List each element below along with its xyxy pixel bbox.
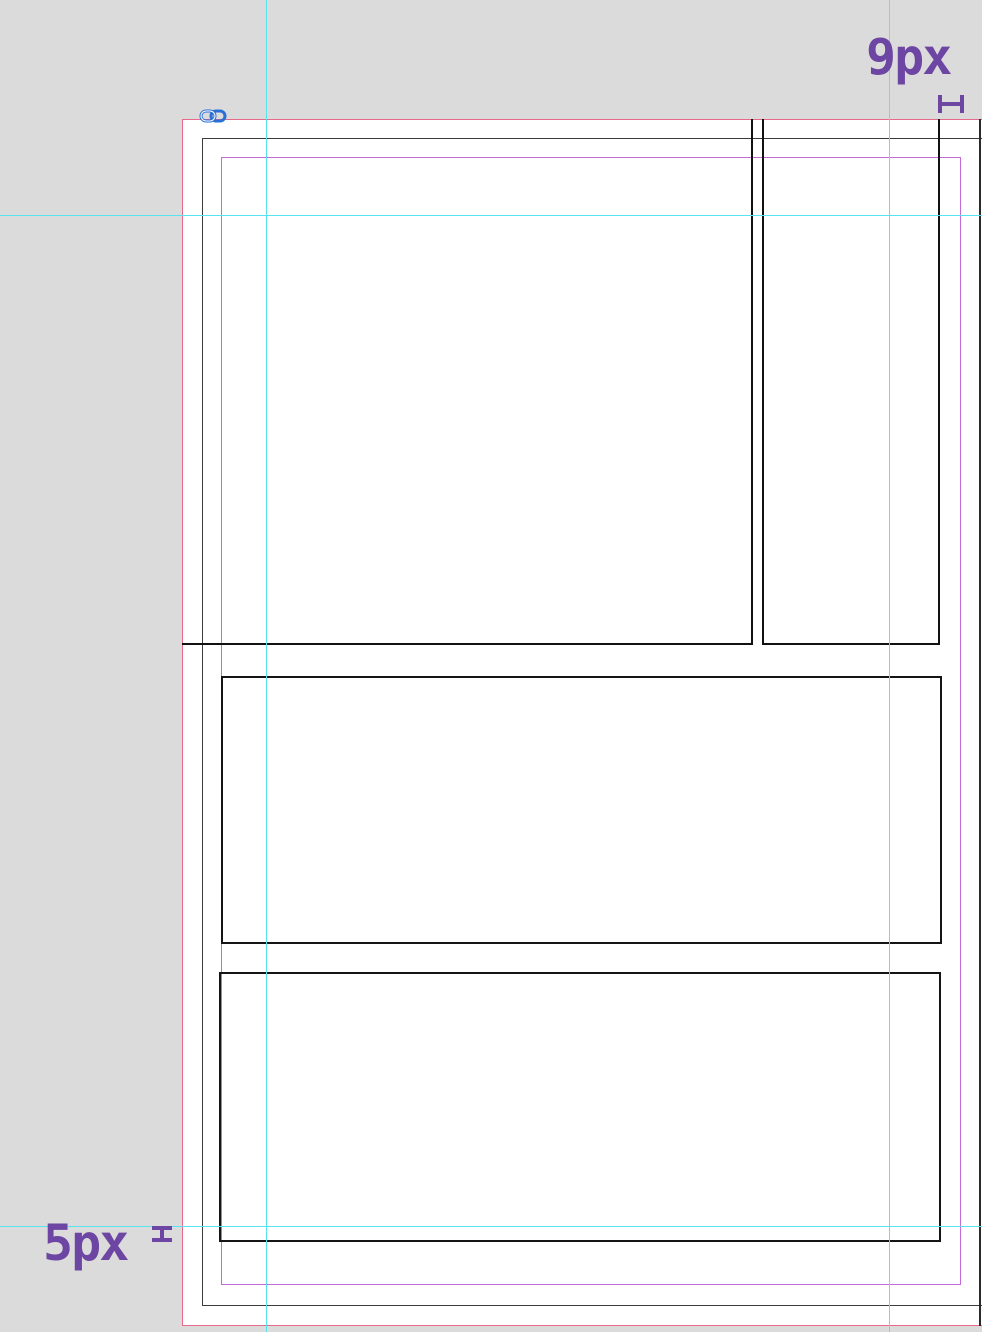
panel-middle[interactable] (221, 676, 942, 944)
panel-top-right-left-edge[interactable] (762, 119, 764, 645)
panel-top-right-bottom-edge[interactable] (762, 643, 940, 645)
bottom-left-gap-label: 5px (43, 1214, 129, 1272)
top-right-gap-label: 9px (866, 28, 952, 86)
horizontal-guide-top[interactable] (0, 215, 982, 216)
page-right-edge (979, 119, 981, 1326)
panel-top-right-right-edge[interactable] (938, 119, 940, 645)
vertical-guide-right[interactable] (889, 0, 890, 1332)
horizontal-guide-bottom[interactable] (0, 1226, 982, 1227)
panel-top-left-bottom-edge[interactable] (182, 643, 753, 645)
panel-top-left-right-edge[interactable] (751, 119, 753, 645)
link-icon[interactable] (199, 108, 227, 124)
panel-bottom[interactable] (219, 972, 941, 1242)
vertical-guide-left[interactable] (266, 0, 267, 1332)
top-right-gap-ibeam-icon (938, 95, 964, 113)
bottom-left-gap-ibeam-icon (152, 1226, 172, 1242)
